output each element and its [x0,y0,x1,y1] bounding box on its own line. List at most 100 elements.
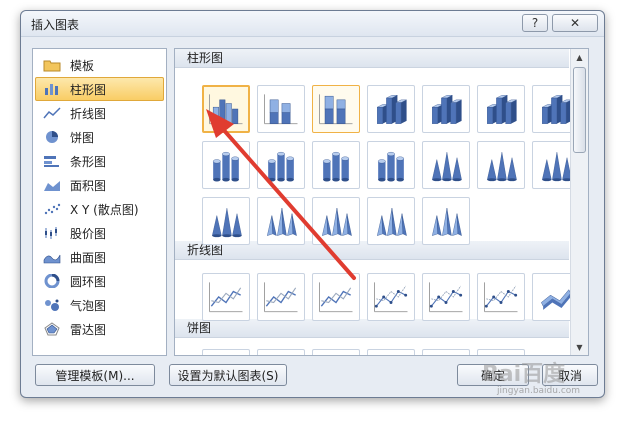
bar-chart-icon [42,153,62,169]
scatter-chart-icon [42,201,62,217]
chart-tile-exploded-pie[interactable] [367,349,415,356]
chart-tile-pie-of-pie[interactable] [312,349,360,356]
pie-of-pie-icon [314,351,358,356]
chart-tile-3d-pie[interactable] [257,349,305,355]
category-item-doughnut-chart[interactable]: 圆环图 [35,269,164,293]
chart-tile-clustered-pyramid[interactable] [257,197,305,245]
clustered-cylinder-icon [212,151,240,182]
chart-tile-3d-100-stacked-column[interactable] [477,85,525,133]
3d-100-stacked-column-icon [487,95,517,124]
category-label: 条形图 [70,154,107,169]
section-header-column: 柱形图 [175,49,569,68]
category-label: 曲面图 [70,250,107,265]
chart-tile-stacked-column[interactable] [257,85,305,133]
set-default-chart-button[interactable]: 设置为默认图表(S) [169,364,287,386]
stock-chart-icon [42,225,62,241]
category-item-bar-chart[interactable]: 条形图 [35,149,164,173]
3d-cone-icon [212,208,242,238]
chart-tile-clustered-cone[interactable] [422,141,470,189]
3d-pyramid-icon [431,208,462,237]
category-label: X Y (散点图) [70,202,139,217]
category-label: 面积图 [70,178,107,193]
chart-tile-pie[interactable] [202,349,250,356]
chart-tile-3d-stacked-column[interactable] [422,85,470,133]
category-item-pie-chart[interactable]: 饼图 [35,125,164,149]
category-item-area-chart[interactable]: 面积图 [35,173,164,197]
stacked-cone-icon [487,152,517,182]
chart-tile-stacked-cylinder[interactable] [257,141,305,189]
doughnut-chart-icon [42,273,62,289]
chart-tile-line[interactable] [202,273,250,321]
chart-tile-3d-cone[interactable] [202,197,250,245]
chart-tile-bar-of-pie[interactable] [477,349,525,355]
pie-chart-icon [42,129,62,145]
line-icon [209,282,243,313]
scroll-down-icon[interactable]: ▼ [571,339,588,355]
chart-tile-3d-clustered-column[interactable] [367,85,415,133]
line-with-markers-icon [374,282,408,313]
chart-tile-stacked-pyramid[interactable] [312,197,360,245]
line-chart-icon [42,105,62,121]
category-item-scatter-chart[interactable]: X Y (散点图) [35,197,164,221]
help-button[interactable]: ? [522,14,548,32]
category-item-bubble-chart[interactable]: 气泡图 [35,293,164,317]
pie-icon [204,351,248,356]
clustered-column-icon [209,94,243,125]
category-item-column-chart[interactable]: 柱形图 [35,77,164,101]
100-stacked-cylinder-icon [322,151,350,182]
category-label: 折线图 [70,106,107,121]
category-label: 饼图 [70,130,95,145]
3d-stacked-column-icon [432,95,462,124]
area-chart-icon [42,177,62,193]
title-bar[interactable]: 插入图表 ? ✕ [21,11,604,37]
chart-tile-3d-cylinder[interactable] [367,141,415,189]
category-item-stock-chart[interactable]: 股价图 [35,221,164,245]
section-header-pie: 饼图 [175,319,569,338]
chart-tile-100-stacked-line-with-markers[interactable] [477,273,525,321]
chart-tile-100-stacked-column[interactable] [312,85,360,133]
insert-chart-dialog: 插入图表 ? ✕ 模板 柱形图 折线图 饼图 条形图 面积图 X Y (散点图) 股价图 曲面图… [20,10,605,398]
exploded-pie-icon [369,351,413,356]
chart-tile-100-stacked-line[interactable] [312,273,360,321]
scroll-thumb[interactable] [573,67,586,153]
chart-tile-100-stacked-cylinder[interactable] [312,141,360,189]
chart-tile-clustered-column[interactable] [202,85,250,133]
clustered-cone-icon [432,152,462,182]
dialog-title: 插入图表 [31,18,80,32]
scroll-up-icon[interactable]: ▲ [571,49,588,65]
manage-templates-button[interactable]: 管理模板(M)... [35,364,155,386]
stacked-pyramid-icon [321,208,352,237]
chart-tile-stacked-cone[interactable] [477,141,525,189]
surface-chart-icon [42,249,62,265]
100-stacked-line-with-markers-icon [484,282,518,313]
category-label: 股价图 [70,226,107,241]
category-item-folder[interactable]: 模板 [35,53,164,77]
vertical-scrollbar[interactable]: ▲ ▼ [570,49,588,355]
category-label: 柱形图 [70,82,107,97]
chart-tile-stacked-line-with-markers[interactable] [422,273,470,321]
category-item-radar-chart[interactable]: 雷达图 [35,317,164,341]
folder-icon [42,57,62,73]
chart-tile-100-stacked-pyramid[interactable] [367,197,415,245]
100-stacked-column-icon [319,94,353,125]
chart-tile-3d-pyramid[interactable] [422,197,470,245]
category-label: 气泡图 [70,298,107,313]
watermark-url: jingyan.baidu.com [497,386,581,396]
chart-tile-stacked-line[interactable] [257,273,305,321]
chart-tile-line-with-markers[interactable] [367,273,415,321]
chart-tile-clustered-cylinder[interactable] [202,141,250,189]
3d-clustered-column-icon [377,95,407,124]
category-item-surface-chart[interactable]: 曲面图 [35,245,164,269]
chart-tile-3d-exploded-pie[interactable] [422,349,470,355]
close-button[interactable]: ✕ [552,14,598,32]
bubble-chart-icon [42,297,62,313]
chart-category-list: 模板柱形图折线图饼图条形图面积图 X Y (散点图) 股价图曲面图圆环图气泡图雷达图 [32,48,167,356]
category-label: 圆环图 [70,274,107,289]
radar-chart-icon [42,321,62,337]
stacked-cylinder-icon [267,151,295,182]
watermark-logo: Bai百度 [482,362,566,387]
stacked-line-icon [264,282,298,313]
100-stacked-pyramid-icon [376,208,407,237]
help-icon: ? [531,16,539,30]
category-item-line-chart[interactable]: 折线图 [35,101,164,125]
